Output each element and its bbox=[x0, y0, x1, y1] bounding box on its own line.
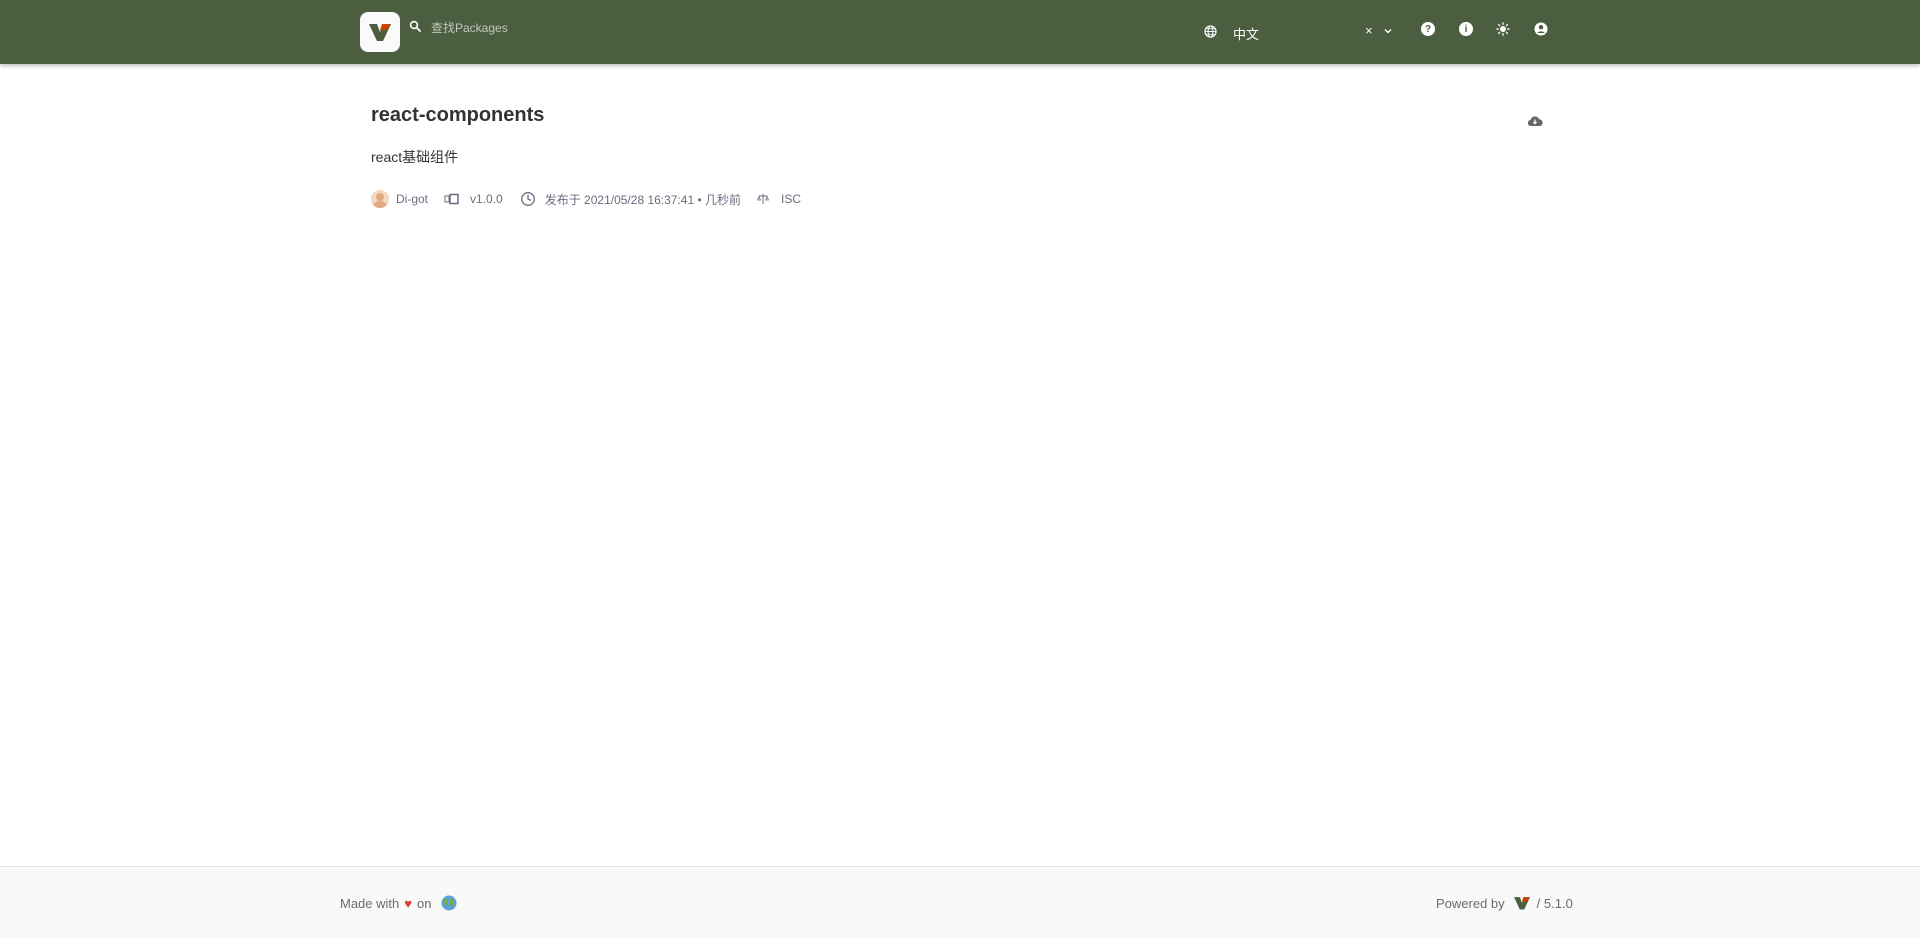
made-with-text: Made with bbox=[340, 895, 400, 911]
chevron-down-icon[interactable] bbox=[1383, 26, 1393, 36]
help-icon[interactable]: ? bbox=[1421, 22, 1435, 36]
package-name: react-components bbox=[371, 104, 545, 126]
top-bar: 中文 × ? i bbox=[0, 0, 1920, 64]
page-footer: Made with ♥ on Powered by / 5.1.0 bbox=[0, 866, 1920, 938]
on-text: on bbox=[416, 895, 432, 911]
globe-earth-icon bbox=[441, 895, 457, 911]
package-license: ISC bbox=[781, 192, 802, 206]
version-icon bbox=[444, 193, 459, 205]
author-avatar[interactable] bbox=[371, 190, 389, 208]
app-version: / 5.1.0 bbox=[1536, 895, 1573, 911]
publish-date: 发布于 2021/05/28 16:37:41 • 几秒前 bbox=[544, 192, 742, 207]
info-icon[interactable]: i bbox=[1459, 22, 1473, 36]
cloud-download-icon[interactable] bbox=[1527, 115, 1543, 127]
license-scale-icon bbox=[757, 194, 770, 204]
heart-icon: ♥ bbox=[404, 895, 412, 911]
author-name[interactable]: Di-got bbox=[396, 192, 428, 206]
package-meta: Di-got v1.0.0 发布于 2021/05/28 16:37:41 • … bbox=[371, 189, 801, 209]
verdaccio-logo-icon bbox=[369, 24, 391, 41]
package-version: v1.0.0 bbox=[470, 192, 503, 206]
package-description: react基础组件 bbox=[371, 149, 459, 165]
footer-powered-by: Powered by / 5.1.0 bbox=[1436, 895, 1573, 911]
globe-icon bbox=[1204, 25, 1217, 38]
sun-icon[interactable] bbox=[1496, 22, 1510, 36]
footer-made-with: Made with ♥ on bbox=[340, 895, 457, 911]
verdaccio-logo[interactable] bbox=[360, 12, 400, 52]
search-icon bbox=[409, 20, 421, 32]
language-clear-button[interactable]: × bbox=[1365, 23, 1373, 38]
verdaccio-footer-logo[interactable] bbox=[1512, 895, 1532, 911]
search-input[interactable] bbox=[429, 17, 993, 39]
clock-icon bbox=[520, 192, 535, 206]
language-select-value[interactable]: 中文 bbox=[1233, 24, 1259, 43]
powered-by-text: Powered by bbox=[1436, 895, 1505, 911]
account-icon[interactable] bbox=[1534, 22, 1548, 36]
